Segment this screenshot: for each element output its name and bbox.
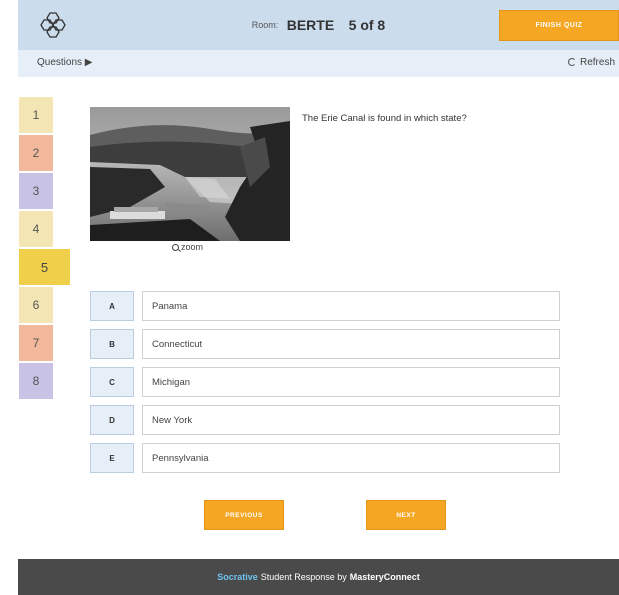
question-nav-item-6[interactable]: 6 [19,287,53,323]
answer-letter: A [90,291,134,321]
answer-letter: C [90,367,134,397]
refresh-icon [567,58,576,66]
room-label: Room: [251,20,279,30]
magnifier-icon [172,244,179,251]
refresh-label: Refresh [579,57,615,68]
answer-option-c[interactable]: C Michigan [90,367,560,397]
sub-toolbar: Questions ▶ Refresh [18,50,619,77]
room-name: BERTE [286,17,335,33]
answer-letter: D [90,405,134,435]
answer-option-a[interactable]: A Panama [90,291,560,321]
answer-letter: E [90,443,134,473]
question-nav-item-1[interactable]: 1 [19,97,53,133]
top-header: Room: BERTE 5 of 8 FINISH QUIZ [18,0,619,50]
canal-photo [90,107,290,241]
next-button[interactable]: NEXT [366,500,446,530]
question-nav-item-4[interactable]: 4 [19,211,53,247]
zoom-label: zoom [181,242,204,252]
questions-toggle[interactable]: Questions ▶ [37,57,93,68]
footer: Socrative Student Response by MasteryCon… [18,559,619,595]
answer-option-e[interactable]: E Pennsylvania [90,443,560,473]
question-text: The Erie Canal is found in which state? [302,113,467,124]
question-image [90,107,290,241]
question-nav-item-7[interactable]: 7 [19,325,53,361]
refresh-button[interactable]: Refresh [567,57,615,68]
previous-button[interactable]: PREVIOUS [204,500,284,530]
question-nav-item-8[interactable]: 8 [19,363,53,399]
footer-brand: Socrative [217,572,258,582]
finish-quiz-button[interactable]: FINISH QUIZ [499,10,619,41]
answer-option-b[interactable]: B Connecticut [90,329,560,359]
answer-text: Michigan [142,367,560,397]
zoom-button[interactable]: zoom [172,242,203,252]
question-nav-item-2[interactable]: 2 [19,135,53,171]
footer-middle: Student Response by [260,572,347,582]
answer-option-d[interactable]: D New York [90,405,560,435]
question-nav-item-3[interactable]: 3 [19,173,53,209]
answer-text: Panama [142,291,560,321]
answer-text: Pennsylvania [142,443,560,473]
answer-letter: B [90,329,134,359]
footer-company: MasteryConnect [349,572,420,582]
question-nav-item-5[interactable]: 5 [19,249,70,285]
answer-text: Connecticut [142,329,560,359]
answer-text: New York [142,405,560,435]
question-progress: 5 of 8 [348,17,386,33]
